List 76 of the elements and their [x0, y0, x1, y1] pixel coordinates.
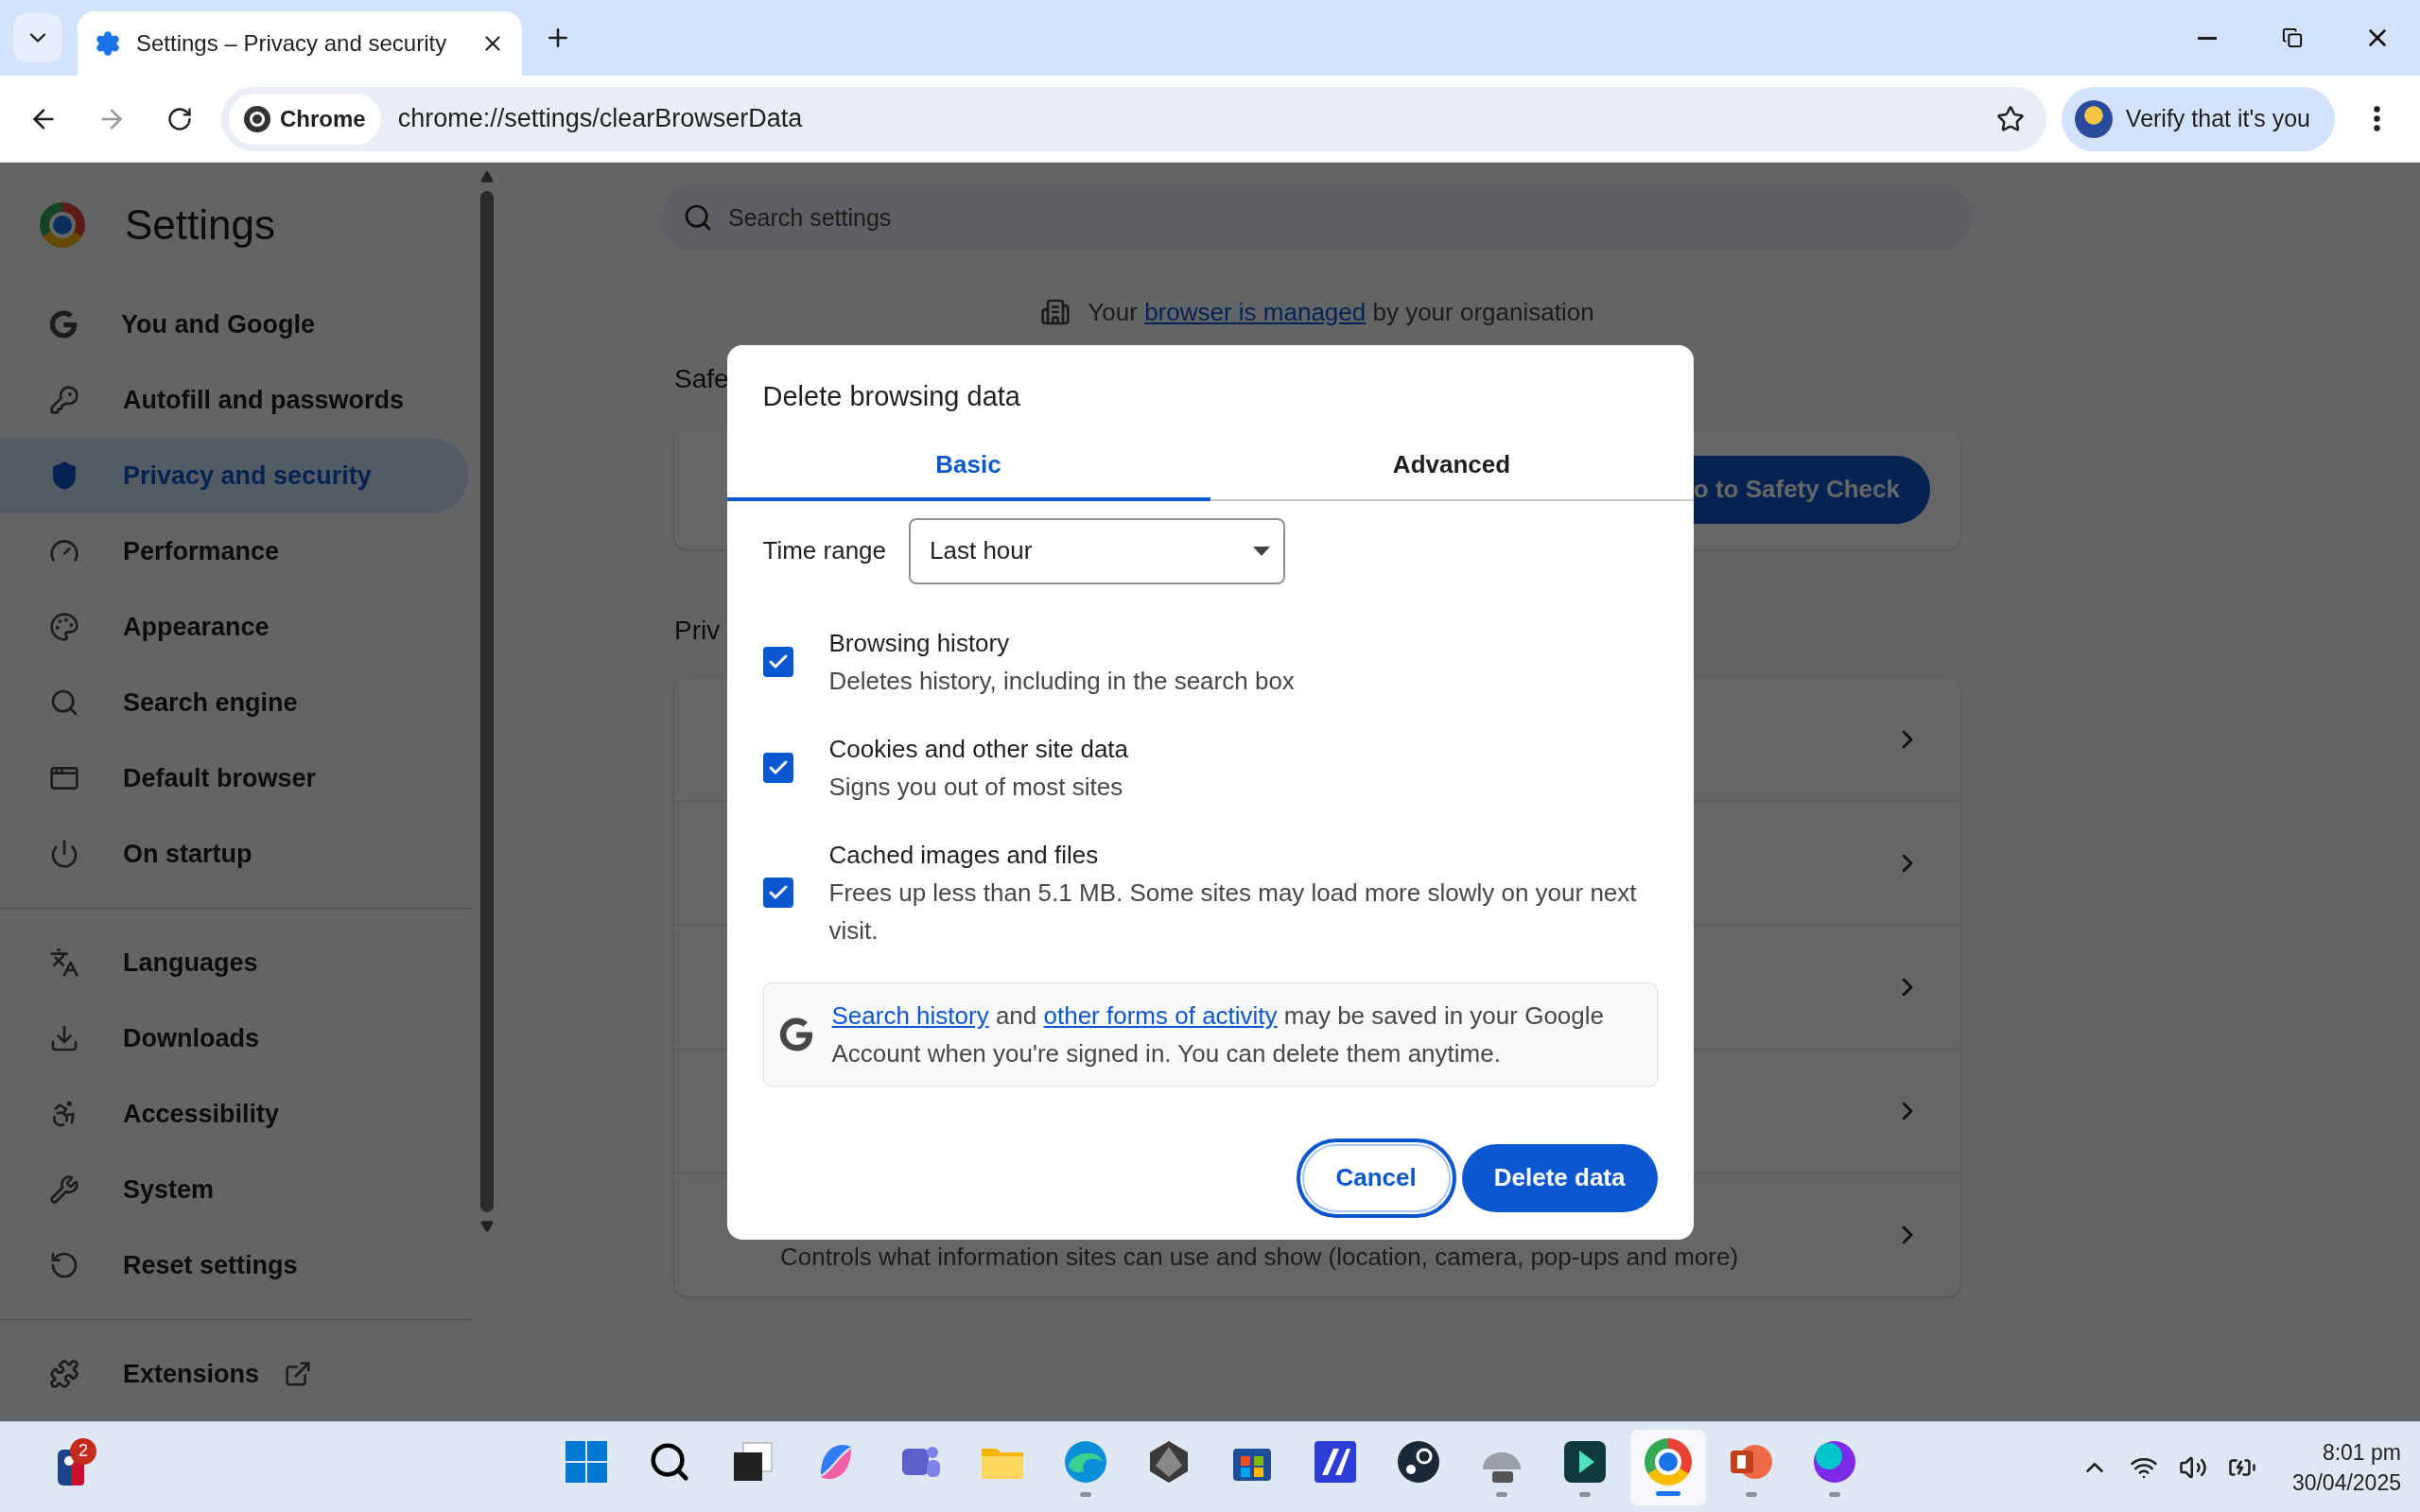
scroll-down-icon[interactable] [480, 1220, 494, 1233]
sidebar-item[interactable]: Search engine [0, 665, 468, 740]
notice-link[interactable]: Search history [831, 1000, 989, 1030]
external-link-icon [284, 1360, 313, 1388]
sidebar-item[interactable]: Privacy and security [0, 438, 468, 513]
browser-tab[interactable]: Settings – Privacy and security [78, 11, 522, 76]
tab-title: Settings – Privacy and security [136, 30, 448, 57]
section-heading: Priv [674, 615, 721, 647]
sidebar-item[interactable]: System [0, 1152, 468, 1227]
managed-notice: Your browser is managed by your organisation [1088, 297, 1594, 327]
widget-button[interactable]: 2 [38, 1434, 104, 1501]
tab-search-button[interactable] [13, 13, 62, 62]
option-description: Frees up less than 5.1 MB. Some sites may load more slowly on your next visit. [828, 877, 1638, 947]
google-g-icon [49, 310, 78, 339]
site-chip[interactable]: Chrome [229, 93, 381, 145]
profile-button[interactable]: Verify that it's you [2061, 86, 2335, 151]
settings-title: Settings [125, 200, 275, 249]
palette-icon [49, 612, 79, 642]
scrollbar-thumb[interactable] [480, 191, 494, 1212]
time-range-dropdown[interactable]: Last hour [909, 517, 1286, 584]
dialog-title: Delete browsing data [761, 379, 1021, 412]
caret-icon [1253, 546, 1271, 556]
sidebar-item[interactable]: Performance [0, 513, 468, 589]
puzzle-icon [49, 1359, 79, 1389]
menu-icon [2373, 106, 2380, 131]
browser-logo-icon [244, 105, 270, 132]
managed-link[interactable]: browser is managed [1144, 297, 1367, 326]
wrench-icon [49, 1174, 79, 1205]
option-title: Cached images and files [828, 839, 1100, 871]
checkbox[interactable] [762, 646, 793, 677]
building-icon [1040, 297, 1071, 327]
notice-text: Search history and other forms of activity may be saved in your Google Account when you're signed in. You can delete them anytime. [831, 999, 1605, 1069]
option-description: Signs you out of most sites [828, 771, 1124, 803]
reset-icon [49, 1250, 79, 1280]
sidebar-item[interactable]: On startup [0, 816, 468, 892]
option-title: Browsing history [828, 627, 1011, 659]
search-icon [683, 202, 713, 233]
sidebar-item[interactable]: Languages [0, 925, 468, 1000]
search-field[interactable]: Search settings [662, 184, 1972, 251]
checkbox[interactable] [762, 877, 793, 908]
option-title: Cookies and other site data [828, 733, 1129, 765]
scroll-up-icon[interactable] [480, 170, 494, 183]
sidebar-item[interactable]: Appearance [0, 589, 468, 665]
browser-logo-icon [1644, 1438, 1692, 1486]
time-range-label: Time range [762, 536, 887, 565]
power-icon [49, 839, 79, 869]
sidebar-item[interactable]: Extensions [0, 1336, 468, 1412]
sidebar-item[interactable]: Default browser [0, 740, 468, 816]
gear-icon [95, 30, 121, 57]
section-heading: Safe [674, 363, 729, 395]
delete-button[interactable]: Delete data [1461, 1143, 1658, 1212]
avatar-icon [2074, 99, 2113, 138]
restore-icon [2282, 27, 2303, 48]
google-g-icon [778, 1017, 813, 1051]
url-text: chrome://settings/clearBrowserData [397, 104, 804, 133]
option-description: Deletes history, including in the search box [828, 665, 1295, 697]
translate-icon [49, 947, 79, 978]
clock[interactable]: 8:01 pm 30/04/2025 [2291, 1436, 2401, 1498]
sidebar-item[interactable]: Autofill and passwords [0, 362, 468, 438]
sidebar-item[interactable]: Downloads [0, 1000, 468, 1076]
notice-link[interactable]: other forms of activity [1043, 1000, 1278, 1030]
download-icon [49, 1023, 79, 1053]
search-icon [49, 687, 79, 718]
reload-icon [166, 105, 193, 132]
browser-logo-icon [40, 201, 85, 248]
minimize-icon [2198, 36, 2217, 40]
key-icon [49, 385, 79, 415]
sidebar-item[interactable]: Reset settings [0, 1227, 468, 1303]
sidebar-item[interactable]: You and Google [0, 287, 468, 362]
tab[interactable]: Basic [726, 432, 1210, 501]
checkbox[interactable] [762, 752, 793, 783]
notification-badge: 2 [70, 1437, 96, 1465]
sidebar-item[interactable]: Accessibility [0, 1076, 468, 1152]
row-description: Controls what information sites can use and show (location, camera, pop-ups and more) [780, 1241, 1740, 1272]
star-icon [1995, 104, 2025, 133]
address-bar[interactable]: Chrome chrome://settings/clearBrowserData [221, 86, 2046, 151]
